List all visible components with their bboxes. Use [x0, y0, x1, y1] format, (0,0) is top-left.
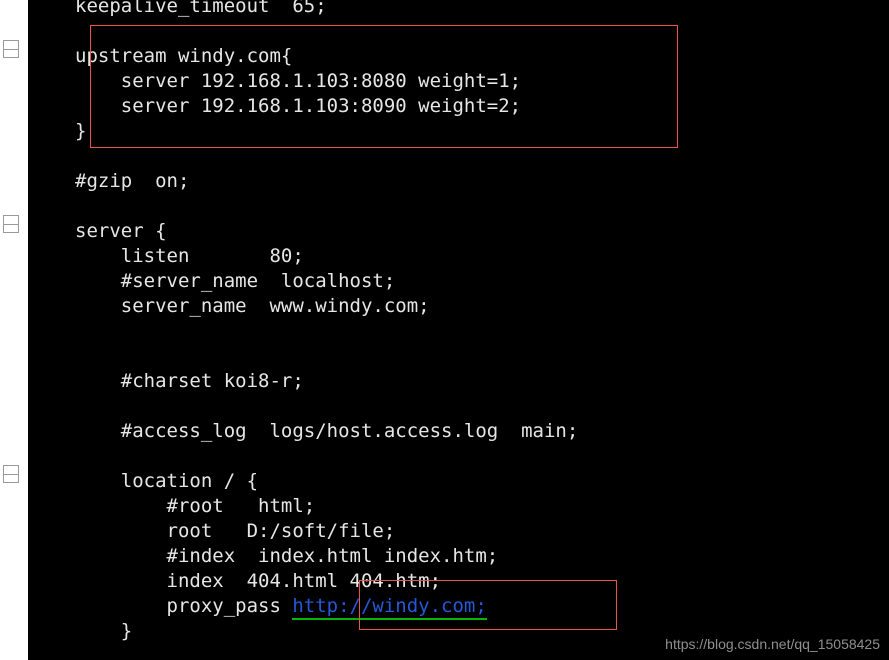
code-editor-area[interactable]: keepalive_timeout 65; upstream windy.com{…	[28, 0, 889, 660]
code-line[interactable]: }	[28, 119, 889, 144]
code-line[interactable]	[28, 194, 889, 219]
code-line[interactable]: keepalive_timeout 65;	[28, 0, 889, 19]
code-line[interactable]: index 404.html 404.htm;	[28, 569, 889, 594]
code-line[interactable]	[28, 19, 889, 44]
code-line[interactable]: server_name www.windy.com;	[28, 294, 889, 319]
fold-gutter	[0, 0, 28, 660]
code-line[interactable]: location / {	[28, 469, 889, 494]
code-line[interactable]: #charset koi8-r;	[28, 369, 889, 394]
code-lines[interactable]: keepalive_timeout 65; upstream windy.com{…	[28, 0, 889, 644]
proxy-pass-url-link[interactable]: http://windy.com;	[292, 595, 487, 620]
code-line[interactable]: proxy_pass http://windy.com;	[28, 594, 889, 620]
code-line[interactable]: #server_name localhost;	[28, 269, 889, 294]
code-line[interactable]	[28, 394, 889, 419]
code-line[interactable]: server 192.168.1.103:8080 weight=1;	[28, 69, 889, 94]
watermark-text: https://blog.csdn.net/qq_15058425	[665, 636, 880, 652]
code-line[interactable]: #access_log logs/host.access.log main;	[28, 419, 889, 444]
code-line[interactable]: server 192.168.1.103:8090 weight=2;	[28, 94, 889, 119]
code-line[interactable]	[28, 344, 889, 369]
fold-marker-upstream[interactable]	[3, 40, 19, 58]
code-line[interactable]	[28, 319, 889, 344]
code-line[interactable]: server {	[28, 219, 889, 244]
code-line[interactable]: listen 80;	[28, 244, 889, 269]
code-line[interactable]: #index index.html index.htm;	[28, 544, 889, 569]
editor-screenshot: keepalive_timeout 65; upstream windy.com{…	[0, 0, 889, 660]
code-line[interactable]: #root html;	[28, 494, 889, 519]
code-line[interactable]: upstream windy.com{	[28, 44, 889, 69]
code-line[interactable]: #gzip on;	[28, 169, 889, 194]
code-line[interactable]: root D:/soft/file;	[28, 519, 889, 544]
fold-marker-server[interactable]	[3, 215, 19, 233]
code-line[interactable]	[28, 144, 889, 169]
fold-marker-location[interactable]	[3, 465, 19, 483]
code-line[interactable]	[28, 444, 889, 469]
